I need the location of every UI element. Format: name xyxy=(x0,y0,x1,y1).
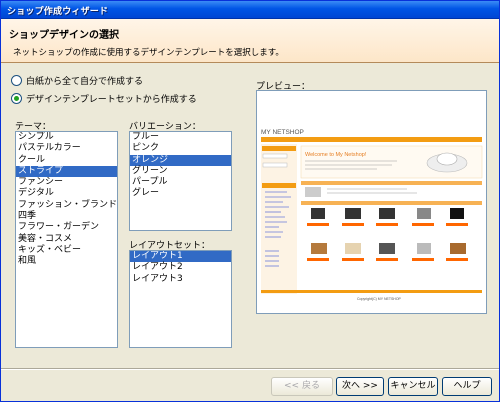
layout-list[interactable]: レイアウト1 レイアウト2 レイアウト3 xyxy=(129,250,232,348)
variation-item[interactable]: グリーン xyxy=(130,166,231,177)
theme-item[interactable]: 四季 xyxy=(16,211,117,222)
window-title: ショップ作成ウィザード xyxy=(7,7,109,17)
layout-item[interactable]: レイアウト2 xyxy=(130,262,231,273)
cancel-button[interactable]: キャンセル xyxy=(388,377,438,396)
variation-item[interactable]: パープル xyxy=(130,177,231,188)
theme-item[interactable]: キッズ・ベビー xyxy=(16,245,117,256)
radio-template[interactable]: デザインテンプレートセットから作成する xyxy=(11,92,197,105)
next-button[interactable]: 次へ >> xyxy=(336,377,384,396)
preview-thumbnail: MY NETSHOP Welcome to My Netshop! Copyri… xyxy=(257,91,486,313)
radio-template-label: デザインテンプレートセットから作成する xyxy=(26,95,197,105)
radio-blank[interactable]: 白紙から全て自分で作成する xyxy=(11,74,143,87)
theme-item[interactable]: フラワー・ガーデン xyxy=(16,222,117,233)
theme-item[interactable]: ファッション・ブランド xyxy=(16,200,117,211)
layout-item[interactable]: レイアウト3 xyxy=(130,274,231,285)
theme-item[interactable]: ストライプ xyxy=(16,165,117,178)
variation-item[interactable]: ブルー xyxy=(130,132,231,143)
theme-item[interactable]: 美容・コスメ xyxy=(16,234,117,245)
wizard-header: ショップデザインの選択 ネットショップの作成に使用するデザインテンプレートを選択… xyxy=(1,19,499,63)
back-button[interactable]: << 戻る xyxy=(271,377,333,396)
variation-item[interactable]: ピンク xyxy=(130,143,231,154)
preview-shop-name: MY NETSHOP xyxy=(261,129,304,136)
theme-item[interactable]: デジタル xyxy=(16,188,117,199)
page-title: ショップデザインの選択 xyxy=(9,30,119,41)
theme-item[interactable]: 和風 xyxy=(16,256,117,267)
preview-welcome: Welcome to My Netshop! xyxy=(305,152,367,158)
theme-item[interactable]: ファンシー xyxy=(16,177,117,188)
help-button[interactable]: ヘルプ xyxy=(442,377,492,396)
layout-item[interactable]: レイアウト1 xyxy=(130,251,231,263)
radio-blank-button[interactable] xyxy=(11,75,22,86)
theme-item[interactable]: クール xyxy=(16,155,117,166)
variation-item[interactable]: オレンジ xyxy=(130,154,231,166)
variation-item[interactable]: グレー xyxy=(130,188,231,199)
preview-panel: MY NETSHOP Welcome to My Netshop! Copyri… xyxy=(256,90,487,314)
theme-item[interactable]: シンプル xyxy=(16,132,117,143)
footer-divider xyxy=(1,368,499,370)
page-subtitle: ネットショップの作成に使用するデザインテンプレートを選択します。 xyxy=(13,48,284,58)
theme-list[interactable]: シンプル パステルカラー クール ストライプ ファンシー デジタル ファッション・ブランド四… xyxy=(15,131,118,348)
wizard-window: ショップ作成ウィザード ショップデザインの選択 ネットショップの作成に使用するデ… xyxy=(0,0,500,402)
preview-footer: Copyright(C) MY NETSHOP xyxy=(357,297,402,301)
title-bar[interactable]: ショップ作成ウィザード xyxy=(1,1,499,19)
radio-blank-label: 白紙から全て自分で作成する xyxy=(26,77,144,87)
theme-item[interactable]: パステルカラー xyxy=(16,143,117,154)
variation-list[interactable]: ブルー ピンク オレンジ グリーン パープル グレー xyxy=(129,131,232,231)
radio-template-button[interactable] xyxy=(11,93,22,104)
